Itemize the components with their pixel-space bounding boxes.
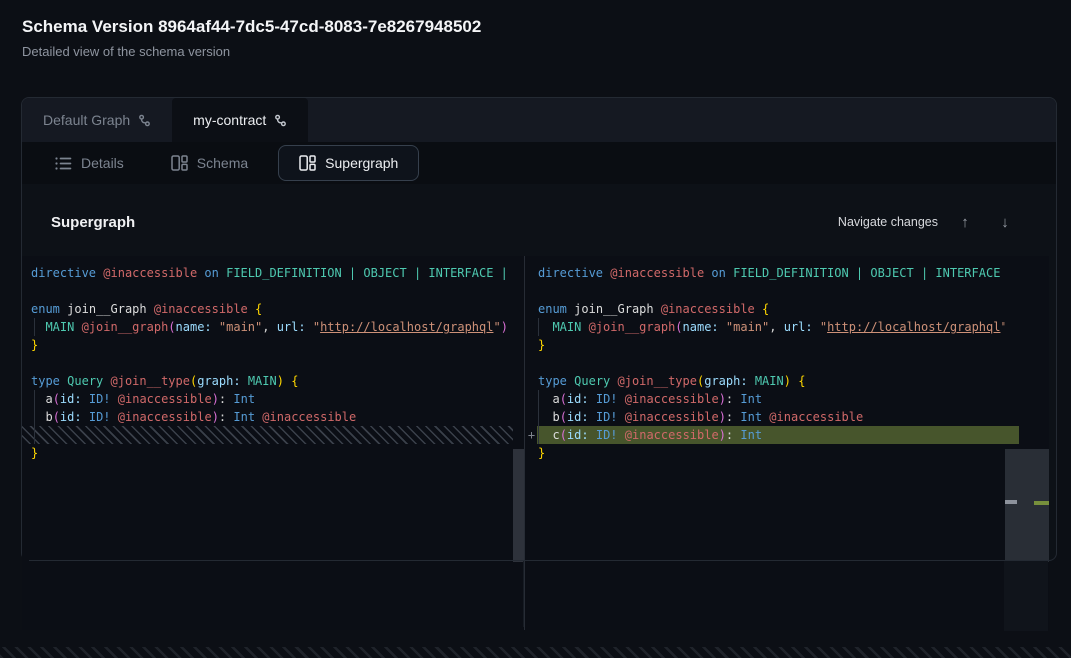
next-section-hatch-strip bbox=[0, 647, 1071, 658]
panel-bottom-border bbox=[29, 560, 1049, 561]
view-tab-bar: Details Schema bbox=[22, 142, 1056, 184]
navigate-next-change-button[interactable]: ↓ bbox=[992, 210, 1018, 234]
arrow-up-icon: ↑ bbox=[961, 214, 969, 231]
graph-tab-strip: Default Graph my-contract bbox=[22, 98, 1056, 142]
variant-icon bbox=[274, 114, 287, 127]
schema-panel: Default Graph my-contract bbox=[21, 97, 1057, 561]
navigate-changes-label: Navigate changes bbox=[838, 215, 938, 229]
code-line: type Query @join__type(graph: MAIN) { bbox=[538, 372, 1005, 390]
overview-ruler-modified-mark bbox=[1005, 500, 1017, 504]
navigate-changes: Navigate changes ↑ ↓ bbox=[838, 210, 1018, 234]
code-line: MAIN @join__graph(name: "main", url: "ht… bbox=[538, 318, 1005, 336]
code-line: } bbox=[538, 444, 1005, 462]
code-line bbox=[538, 354, 1005, 372]
code-line-placeholder bbox=[31, 426, 513, 444]
page-subtitle: Detailed view of the schema version bbox=[22, 44, 230, 59]
code-line bbox=[31, 354, 513, 372]
code-line: enum join__Graph @inaccessible { bbox=[31, 300, 513, 318]
code-line bbox=[31, 282, 513, 300]
original-scrollbar-thumb[interactable] bbox=[513, 449, 524, 562]
original-code-pane[interactable]: directive @inaccessible on FIELD_DEFINIT… bbox=[22, 256, 513, 630]
subtab-label: Supergraph bbox=[325, 155, 398, 171]
code-line: a(id: ID! @inaccessible): Int bbox=[31, 390, 513, 408]
code-line: b(id: ID! @inaccessible): Int @inaccessi… bbox=[538, 408, 1005, 426]
code-line: } bbox=[31, 336, 513, 354]
subtab-label: Schema bbox=[197, 155, 248, 171]
editor-overflow-column bbox=[1004, 561, 1048, 631]
arrow-down-icon: ↓ bbox=[1001, 214, 1009, 231]
tab-details[interactable]: Details bbox=[55, 155, 124, 171]
tab-supergraph[interactable]: Supergraph bbox=[278, 145, 419, 181]
code-line: } bbox=[31, 444, 513, 462]
page-title: Schema Version 8964af44-7dc5-47cd-8083-7… bbox=[22, 17, 481, 37]
code-line-added: c(id: ID! @inaccessible): Int bbox=[538, 426, 1005, 444]
code-line: type Query @join__type(graph: MAIN) { bbox=[31, 372, 513, 390]
code-line: directive @inaccessible on FIELD_DEFINIT… bbox=[31, 264, 513, 282]
code-line: b(id: ID! @inaccessible): Int @inaccessi… bbox=[31, 408, 513, 426]
code-line bbox=[538, 282, 1005, 300]
tab-schema[interactable]: Schema bbox=[171, 155, 248, 171]
tab-my-contract[interactable]: my-contract bbox=[172, 98, 308, 142]
variant-icon bbox=[138, 114, 151, 127]
panels-icon bbox=[171, 155, 188, 171]
editor-overflow-divider bbox=[523, 561, 524, 627]
schema-version-page: Schema Version 8964af44-7dc5-47cd-8083-7… bbox=[0, 0, 1071, 658]
pane-divider bbox=[524, 256, 525, 630]
subtab-label: Details bbox=[81, 155, 124, 171]
code-line: MAIN @join__graph(name: "main", url: "ht… bbox=[31, 318, 513, 336]
code-line: directive @inaccessible on FIELD_DEFINIT… bbox=[538, 264, 1005, 282]
modified-code-pane[interactable]: directive @inaccessible on FIELD_DEFINIT… bbox=[525, 256, 1005, 630]
tab-default-graph[interactable]: Default Graph bbox=[22, 98, 172, 142]
list-icon bbox=[55, 156, 72, 171]
code-line: enum join__Graph @inaccessible { bbox=[538, 300, 1005, 318]
tab-label: Default Graph bbox=[43, 112, 130, 128]
panels-icon bbox=[299, 155, 316, 171]
code-line: } bbox=[538, 336, 1005, 354]
overview-ruler-inserted-mark bbox=[1034, 501, 1049, 505]
section-title: Supergraph bbox=[51, 214, 135, 231]
modified-scrollbar-thumb[interactable] bbox=[1005, 449, 1049, 562]
supergraph-diff-editor: + directive @inaccessible on FIELD_DEFIN… bbox=[22, 256, 1049, 630]
tab-label: my-contract bbox=[193, 112, 266, 128]
code-line: a(id: ID! @inaccessible): Int bbox=[538, 390, 1005, 408]
navigate-previous-change-button[interactable]: ↑ bbox=[952, 210, 978, 234]
